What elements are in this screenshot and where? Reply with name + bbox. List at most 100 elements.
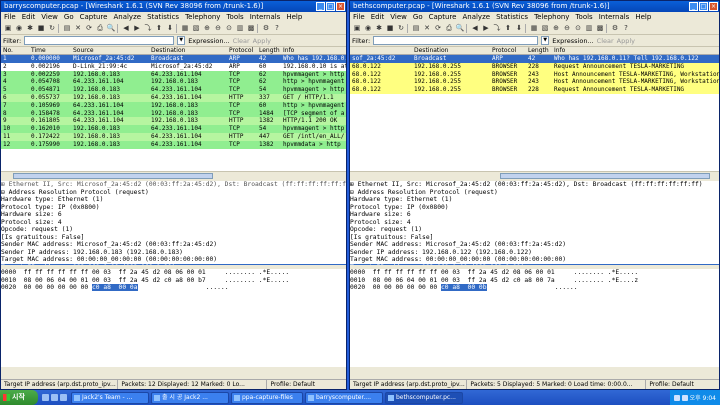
detail-line[interactable]: Target IP address: 192.168.0.10 (192.168… — [1, 263, 346, 265]
packet-bytes[interactable]: 0000 ff ff ff ff ff ff 00 03 ff 2a 45 d2… — [1, 267, 346, 367]
hex-line[interactable]: 0000 ff ff ff ff ff ff 00 03 ff 2a 45 d2… — [350, 269, 719, 277]
detail-line[interactable]: Protocol type: IP (0x0800) — [1, 204, 346, 212]
packet-row[interactable]: 10 0.162010 192.168.0.183 64.233.161.104 TCP… — [1, 125, 346, 133]
packet-bytes[interactable]: 0000 ff ff ff ff ff ff 00 03 ff 2a 45 d2… — [350, 267, 719, 367]
print-icon[interactable]: ⎙ — [444, 23, 454, 33]
packet-list-scrollbar[interactable] — [350, 171, 719, 179]
column-header[interactable]: Destination — [149, 47, 227, 54]
menu-item-internals[interactable]: Internals — [250, 12, 281, 22]
expression-button[interactable]: Expression... — [552, 37, 593, 45]
expression-button[interactable]: Expression... — [188, 37, 229, 45]
detail-line[interactable]: Protocol size: 4 — [1, 219, 346, 227]
filter-input[interactable] — [373, 36, 539, 45]
find-icon[interactable]: 🔍 — [455, 23, 465, 33]
hex-line[interactable]: 0010 08 00 06 04 00 01 00 03 ff 2a 45 d2… — [350, 277, 719, 285]
menu-item-go[interactable]: Go — [413, 12, 423, 22]
detail-line[interactable]: Sender IP address: 192.168.0.183 (192.16… — [1, 249, 346, 257]
menu-item-view[interactable]: View — [41, 12, 58, 22]
zoom-out-icon[interactable]: ⊖ — [562, 23, 572, 33]
zoom-in-icon[interactable]: ⊕ — [202, 23, 212, 33]
detail-line[interactable]: Hardware size: 6 — [350, 211, 719, 219]
detail-line[interactable]: Sender IP address: 192.168.0.122 (192.16… — [350, 249, 719, 257]
colorize-icon[interactable]: ▦ — [529, 23, 539, 33]
close-file-icon[interactable]: ✕ — [422, 23, 432, 33]
zoom-out-icon[interactable]: ⊖ — [213, 23, 223, 33]
packet-row[interactable]: sof_2a:45:d2 Broadcast ARP 42 Who has 192.16… — [350, 55, 719, 63]
packet-row[interactable]: 7 0.105969 64.233.161.104 192.168.0.183 TCP 6… — [1, 101, 346, 110]
column-header[interactable]: Length — [257, 47, 281, 54]
detail-line[interactable]: Hardware type: Ethernet (1) — [1, 196, 346, 204]
taskbar-button[interactable]: barryscomputer.... — [305, 391, 383, 404]
taskbar-button[interactable]: Jack2's Team - ... — [71, 391, 149, 404]
close-button[interactable]: × — [709, 2, 718, 11]
interface-list-icon[interactable]: ▣ — [352, 23, 362, 33]
apply-button[interactable]: Apply — [617, 37, 635, 45]
stop-capture-icon[interactable]: ■ — [36, 23, 46, 33]
open-file-icon[interactable]: ▤ — [62, 23, 72, 33]
restart-capture-icon[interactable]: ↻ — [47, 23, 57, 33]
colorize-icon[interactable]: ▦ — [180, 23, 190, 33]
packet-row[interactable]: 9 0.161805 64.233.161.104 192.168.0.183 HTTP… — [1, 117, 346, 126]
menu-item-internals[interactable]: Internals — [599, 12, 630, 22]
capture-options-icon[interactable]: ◉ — [14, 23, 24, 33]
back-icon[interactable]: ◀ — [470, 23, 480, 33]
filter-dropdown[interactable]: ▼ — [177, 36, 186, 45]
capture-filters-icon[interactable]: ▩ — [595, 23, 605, 33]
detail-line[interactable]: ⊟ Address Resolution Protocol (request) — [1, 189, 346, 197]
reload-icon[interactable]: ⟳ — [433, 23, 443, 33]
menu-item-help[interactable]: Help — [286, 12, 302, 22]
first-packet-icon[interactable]: ⬆ — [503, 23, 513, 33]
print-icon[interactable]: ⎙ — [95, 23, 105, 33]
detail-line[interactable]: Sender MAC address: Microsof_2a:45:d2 (0… — [350, 241, 719, 249]
goto-icon[interactable]: ⤵ — [143, 23, 153, 33]
restart-capture-icon[interactable]: ↻ — [396, 23, 406, 33]
forward-icon[interactable]: ▶ — [132, 23, 142, 33]
column-header[interactable]: Length — [526, 47, 552, 54]
menu-item-file[interactable]: File — [353, 12, 365, 22]
title-bar[interactable]: bethscomputer.pcap - [Wireshark 1.6.1 (S… — [350, 1, 719, 12]
quick-launch-icon[interactable] — [60, 394, 67, 401]
menu-item-capture[interactable]: Capture — [429, 12, 457, 22]
detail-line[interactable]: Protocol size: 4 — [350, 219, 719, 227]
column-header[interactable]: Time — [29, 47, 71, 54]
packet-list[interactable]: No. Time Source Destination Protocol Length In… — [1, 47, 346, 171]
preferences-icon[interactable]: ⚙ — [261, 23, 271, 33]
detail-line[interactable]: Target MAC address: 00:00:00_00:00:00 (0… — [350, 256, 719, 264]
title-bar[interactable]: barryscomputer.pcap - [Wireshark 1.6.1 (… — [1, 1, 346, 12]
packet-list[interactable]: Destination Protocol Length Info sof_2a:45:d… — [350, 47, 719, 171]
packet-row[interactable]: 4 0.054708 64.233.161.104 192.168.0.183 TCP 6… — [1, 78, 346, 87]
packet-row[interactable]: 68.0.122 192.168.0.255 BROWSER 243 Host Anno… — [350, 70, 719, 79]
start-capture-icon[interactable]: ✱ — [25, 23, 35, 33]
resize-columns-icon[interactable]: ▥ — [235, 23, 245, 33]
quick-launch-icon[interactable] — [51, 394, 58, 401]
normal-size-icon[interactable]: ⊙ — [573, 23, 583, 33]
menu-item-help[interactable]: Help — [635, 12, 651, 22]
menu-item-tools[interactable]: Tools — [226, 12, 243, 22]
detail-line[interactable]: Hardware type: Ethernet (1) — [350, 196, 719, 204]
forward-icon[interactable]: ▶ — [481, 23, 491, 33]
detail-line[interactable]: Target MAC address: 00:00:00_00:00:00 (0… — [1, 256, 346, 264]
menu-item-telephony[interactable]: Telephony — [185, 12, 220, 22]
hex-line[interactable]: 0020 00 00 00 00 00 00 c0 a8 00 0b .....… — [350, 284, 719, 292]
start-button[interactable]: 시작 — [0, 390, 38, 405]
packet-row[interactable]: 12 0.175990 192.168.0.183 64.233.161.104 TCP… — [1, 140, 346, 149]
stop-capture-icon[interactable]: ■ — [385, 23, 395, 33]
preferences-icon[interactable]: ⚙ — [610, 23, 620, 33]
first-packet-icon[interactable]: ⬆ — [154, 23, 164, 33]
filter-dropdown[interactable]: ▼ — [541, 36, 550, 45]
reload-icon[interactable]: ⟳ — [84, 23, 94, 33]
menu-item-capture[interactable]: Capture — [80, 12, 108, 22]
status-profile[interactable]: Profile: Default — [646, 380, 719, 389]
open-file-icon[interactable]: ▤ — [411, 23, 421, 33]
menu-item-telephony[interactable]: Telephony — [534, 12, 569, 22]
menu-item-edit[interactable]: Edit — [371, 12, 385, 22]
clear-button[interactable]: Clear — [597, 37, 614, 45]
detail-line[interactable]: ⊟ Address Resolution Protocol (request) — [350, 189, 719, 197]
menu-item-analyze[interactable]: Analyze — [462, 12, 490, 22]
tray-icon[interactable] — [673, 394, 680, 401]
autoscroll-icon[interactable]: ▧ — [191, 23, 201, 33]
detail-line[interactable]: Opcode: request (1) — [1, 226, 346, 234]
packet-row[interactable]: 11 0.172422 192.168.0.183 64.233.161.104 HTT… — [1, 132, 346, 141]
last-packet-icon[interactable]: ⬇ — [165, 23, 175, 33]
normal-size-icon[interactable]: ⊙ — [224, 23, 234, 33]
